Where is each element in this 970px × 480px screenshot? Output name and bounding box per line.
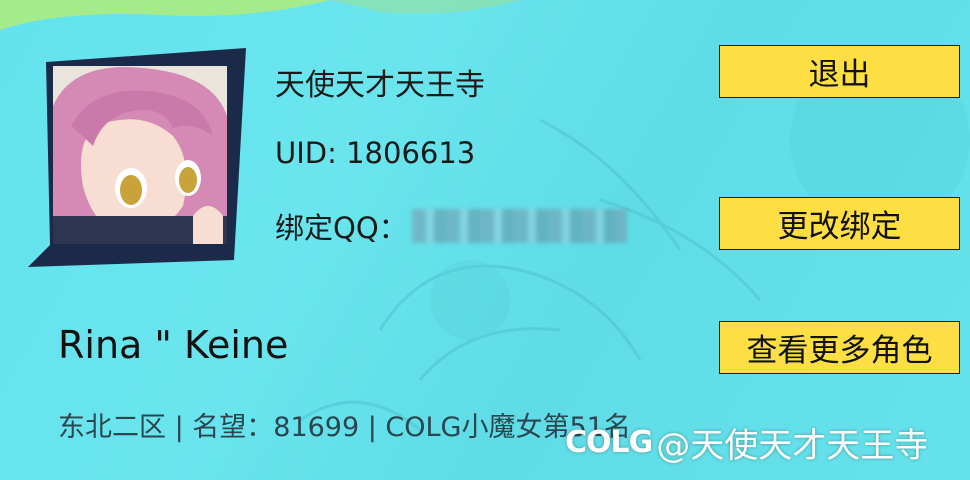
bound-qq-row: 绑定QQ： [275, 205, 627, 247]
uid-label: UID: 1806613 [275, 136, 476, 170]
bound-qq-label: 绑定QQ： [275, 211, 408, 245]
logout-button[interactable]: 退出 [719, 45, 960, 98]
username: 天使天才天王寺 [275, 68, 485, 103]
watermark-handle: @天使天才天王寺 [656, 426, 929, 466]
character-name: Rina " Keine [58, 323, 289, 367]
colg-logo: COLG [565, 425, 653, 460]
avatar [53, 66, 227, 244]
qq-number-blurred [411, 209, 627, 243]
view-more-roles-button[interactable]: 查看更多角色 [719, 321, 960, 374]
watermark: COLG @天使天才天王寺 [565, 418, 928, 467]
anime-girl-avatar-icon [53, 66, 227, 244]
change-binding-button[interactable]: 更改绑定 [719, 197, 960, 250]
character-info: 东北二区 | 名望：81699 | COLG小魔女第51名 [58, 412, 631, 443]
